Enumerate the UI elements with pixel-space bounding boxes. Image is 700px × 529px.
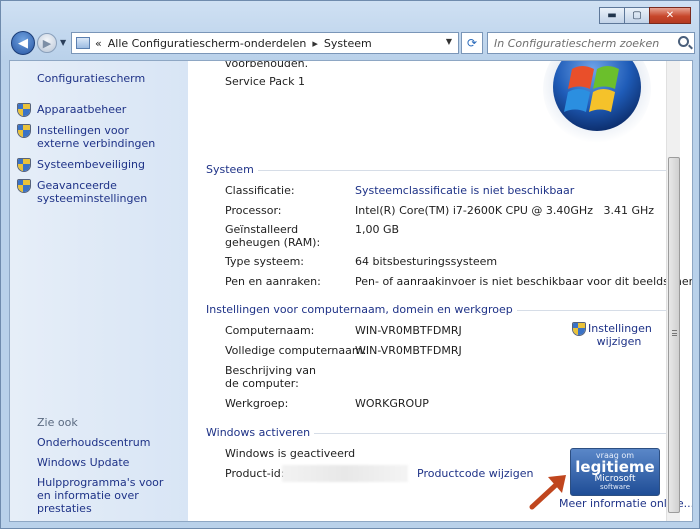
close-button[interactable]: ✕ bbox=[649, 7, 691, 24]
full-computer-name-label: Volledige computernaam: bbox=[225, 344, 367, 357]
breadcrumb-separator-icon[interactable]: ▸ bbox=[312, 37, 318, 50]
grip-icon bbox=[672, 330, 677, 336]
minimize-icon: ▬ bbox=[607, 10, 617, 21]
genuine-microsoft-badge[interactable]: vraag om legitieme Microsoft software bbox=[570, 448, 660, 496]
caption-buttons: ▬ ▢ ✕ bbox=[599, 7, 691, 24]
windows-logo bbox=[543, 61, 651, 143]
shield-icon bbox=[572, 322, 586, 336]
back-button[interactable]: ◀ bbox=[11, 31, 35, 55]
control-panel-icon bbox=[76, 37, 90, 49]
refresh-button[interactable]: ⟳ bbox=[461, 32, 483, 54]
computer-name-label: Computernaam: bbox=[225, 324, 315, 337]
system-type-value: 64 bitsbesturingssysteem bbox=[355, 255, 498, 268]
workgroup-value: WORKGROUP bbox=[355, 397, 429, 410]
copyright-text: voorbehouden. bbox=[225, 60, 309, 70]
search-icon[interactable] bbox=[678, 36, 689, 47]
see-also-heading: Zie ook bbox=[37, 416, 78, 429]
system-window: ▬ ▢ ✕ ◀ ▶ ▼ « Alle Configuratiescherm-on… bbox=[0, 0, 700, 529]
performance-tools-link[interactable]: Hulpprogramma's voor en informatie over … bbox=[37, 476, 177, 515]
section-computer-name: Instellingen voor computernaam, domein e… bbox=[206, 303, 672, 316]
section-title: Systeem bbox=[206, 163, 258, 176]
refresh-icon: ⟳ bbox=[466, 36, 478, 50]
action-center-link[interactable]: Onderhoudscentrum bbox=[37, 436, 177, 449]
search-input[interactable]: In Configuratiescherm zoeken bbox=[487, 32, 695, 54]
change-settings-link[interactable]: Instellingen wijzigen bbox=[572, 322, 652, 348]
section-activation: Windows activeren bbox=[206, 426, 672, 439]
control-panel-home-link[interactable]: Configuratiescherm bbox=[37, 72, 145, 85]
sidebar-item-system-protection[interactable]: Systeembeveiliging bbox=[17, 158, 145, 172]
shield-icon bbox=[17, 179, 31, 193]
rating-link[interactable]: Systeemclassificatie is niet beschikbaar bbox=[355, 184, 574, 197]
maximize-icon: ▢ bbox=[632, 10, 642, 21]
system-type-label: Type systeem: bbox=[225, 255, 305, 268]
memory-value: 1,00 GB bbox=[355, 223, 400, 236]
recent-pages-dropdown[interactable]: ▼ bbox=[60, 38, 66, 47]
service-pack-text: Service Pack 1 bbox=[225, 75, 305, 88]
change-product-key-link[interactable]: Productcode wijzigen bbox=[417, 467, 533, 480]
activation-status: Windows is geactiveerd bbox=[225, 447, 356, 460]
processor-label: Processor: bbox=[225, 204, 282, 217]
shield-icon bbox=[17, 103, 31, 117]
sidebar-item-label: Geavanceerde systeeminstellingen bbox=[37, 179, 148, 205]
breadcrumb-item-system[interactable]: Systeem bbox=[324, 37, 372, 50]
vertical-scrollbar[interactable] bbox=[666, 61, 680, 521]
genuine-line-4: software bbox=[599, 483, 631, 491]
address-dropdown-icon[interactable]: ▼ bbox=[446, 37, 452, 46]
full-computer-name-value: WIN-VR0MBTFDMRJ bbox=[355, 344, 462, 357]
address-bar[interactable]: « Alle Configuratiescherm-onderdelen ▸ S… bbox=[71, 32, 459, 54]
sidebar-item-label: Instellingen voor externe verbindingen bbox=[37, 124, 156, 150]
section-title: Instellingen voor computernaam, domein e… bbox=[206, 303, 517, 316]
scrollbar-thumb[interactable] bbox=[668, 157, 680, 513]
shield-icon bbox=[17, 124, 31, 138]
content-area: Configuratiescherm Apparaatbeheer Instel… bbox=[9, 60, 693, 522]
pen-touch-value: Pen- of aanraakinvoer is niet beschikbaa… bbox=[355, 275, 693, 288]
shield-icon bbox=[17, 158, 31, 172]
memory-label: Geïnstalleerd geheugen (RAM): bbox=[225, 223, 321, 249]
sidebar-item-remote-settings[interactable]: Instellingen voor externe verbindingen bbox=[17, 124, 167, 150]
close-icon: ✕ bbox=[665, 10, 675, 21]
pen-touch-label: Pen en aanraken: bbox=[225, 275, 321, 288]
sidebar-item-advanced-settings[interactable]: Geavanceerde systeeminstellingen bbox=[17, 179, 147, 205]
sidebar-item-label: Systeembeveiliging bbox=[37, 158, 145, 171]
sidebar-item-device-manager[interactable]: Apparaatbeheer bbox=[17, 103, 126, 117]
classification-label: Classificatie: bbox=[225, 184, 295, 197]
search-placeholder: In Configuratiescherm zoeken bbox=[494, 37, 660, 50]
computer-description-label: Beschrijving van de computer: bbox=[225, 364, 316, 390]
section-system: Systeem bbox=[206, 163, 672, 176]
breadcrumb-history-arrows[interactable]: « bbox=[95, 37, 102, 50]
processor-value: Intel(R) Core(TM) i7-2600K CPU @ 3.40GHz… bbox=[355, 204, 655, 217]
minimize-button[interactable]: ▬ bbox=[599, 7, 625, 24]
windows-update-link[interactable]: Windows Update bbox=[37, 456, 177, 469]
workgroup-label: Werkgroep: bbox=[225, 397, 289, 410]
computer-name-value: WIN-VR0MBTFDMRJ bbox=[355, 324, 462, 337]
navigation-bar: ◀ ▶ ▼ « Alle Configuratiescherm-onderdel… bbox=[9, 31, 695, 55]
task-pane: Configuratiescherm Apparaatbeheer Instel… bbox=[10, 61, 188, 521]
sidebar-item-label: Apparaatbeheer bbox=[37, 103, 127, 116]
change-settings-label: Instellingen wijzigen bbox=[588, 322, 652, 348]
product-id-redacted bbox=[282, 465, 408, 482]
chevron-down-icon: ▼ bbox=[60, 38, 67, 47]
breadcrumb-item-all-control-panel[interactable]: Alle Configuratiescherm-onderdelen bbox=[108, 37, 307, 50]
section-title: Windows activeren bbox=[206, 426, 315, 439]
arrow-right-icon: ▶ bbox=[42, 36, 52, 50]
product-id-label: Product-id: bbox=[225, 467, 285, 480]
maximize-button[interactable]: ▢ bbox=[624, 7, 650, 24]
genuine-line-2: legitieme bbox=[575, 458, 655, 476]
arrow-left-icon: ◀ bbox=[18, 35, 28, 51]
main-pane: voorbehouden. Service Pack 1 Systeem Cla… bbox=[188, 60, 692, 521]
forward-button[interactable]: ▶ bbox=[37, 33, 57, 53]
